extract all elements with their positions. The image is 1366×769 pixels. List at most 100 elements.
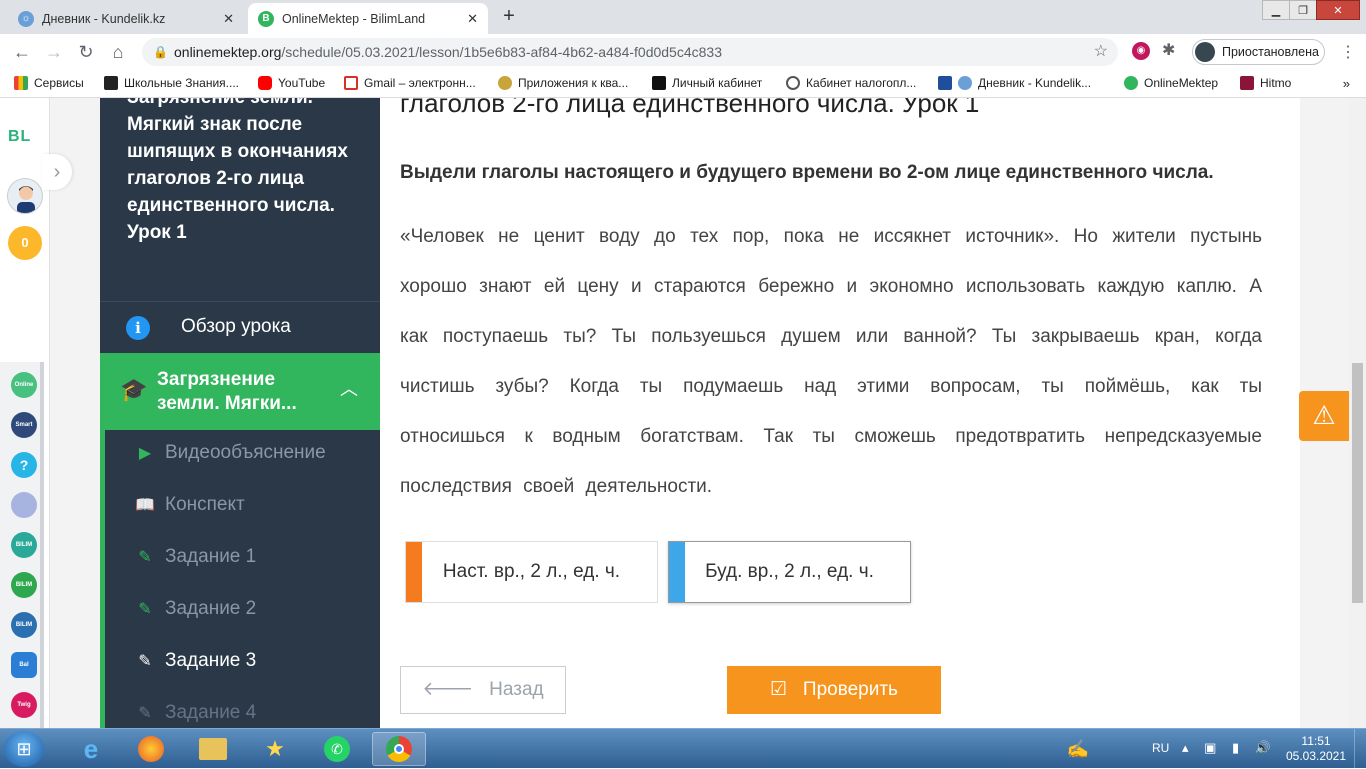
bookmark-kvartira[interactable]: Приложения к ква... <box>498 76 628 90</box>
firefox-icon[interactable] <box>124 732 178 766</box>
bookmark-lk[interactable]: Личный кабинет <box>652 76 762 90</box>
close-icon[interactable]: ✕ <box>467 11 478 27</box>
browser-tab-bar: ☼ Дневник - Kundelik.kz ✕ B OnlineMektep… <box>0 0 1366 34</box>
edit-icon: ✎ <box>138 705 152 722</box>
url-bar[interactable]: 🔒 onlinemektep.org/schedule/05.03.2021/l… <box>142 38 1118 66</box>
nav-item-konspekt[interactable]: 📖 Конспект <box>135 494 245 516</box>
maximize-button[interactable]: ❐ <box>1289 0 1317 20</box>
twig-app-icon[interactable]: Twig <box>11 692 37 718</box>
bilim-center-app-icon[interactable]: BILIM Center <box>11 532 37 558</box>
task-passage[interactable]: «Человек не ценит воду до тех пор, пока … <box>400 212 1262 512</box>
edit-icon: ✎ <box>138 549 152 566</box>
bookmark-star-icon[interactable]: ☆ <box>1094 38 1108 66</box>
window-close-button[interactable]: ✕ <box>1316 0 1360 20</box>
profile-label: Приостановлена <box>1222 45 1319 59</box>
home-icon[interactable]: ⌂ <box>106 40 130 64</box>
apps-panel: Online Mektep Smart Nation ? BILIM Cente… <box>0 362 44 728</box>
bookmark-label: Личный кабинет <box>672 76 763 90</box>
news-app-icon[interactable] <box>11 492 37 518</box>
minimize-button[interactable]: ▁ <box>1262 0 1290 20</box>
movie-maker-icon[interactable]: ★ <box>248 732 302 766</box>
check-button[interactable]: ☑ Проверить <box>727 666 941 714</box>
nav-item-task-2[interactable]: ✎ Задание 2 <box>135 598 256 620</box>
nalog-icon <box>786 76 800 90</box>
start-button[interactable]: ⊞ <box>4 731 44 767</box>
close-icon[interactable]: ✕ <box>223 11 234 27</box>
system-tray-icons[interactable]: ▴ ▣ ▮ 🔊 <box>1182 740 1277 756</box>
scrollbar-thumb[interactable] <box>1352 363 1363 603</box>
nav-item-task-3[interactable]: ✎ Задание 3 <box>135 650 256 672</box>
browser-menu-icon[interactable]: ⋮ <box>1340 42 1356 62</box>
more-bookmarks-icon[interactable]: » <box>1343 76 1350 91</box>
explorer-folder-icon[interactable] <box>186 732 240 766</box>
edit-icon: ✎ <box>138 601 152 618</box>
profile-button[interactable]: Приостановлена <box>1192 39 1325 65</box>
language-indicator[interactable]: RU <box>1152 741 1169 755</box>
bookmark-kundelik[interactable]: Дневник - Kundelik... <box>938 76 1091 90</box>
kundelik-favicon-icon: ☼ <box>18 10 34 27</box>
bookmark-nalog[interactable]: Кабинет налогопл... <box>786 76 916 90</box>
category-color-bar <box>669 542 685 602</box>
bookmark-label: Дневник - Kundelik... <box>978 76 1092 90</box>
help-app-icon[interactable]: ? <box>11 452 37 478</box>
pen-tablet-icon[interactable]: ✍ <box>1056 732 1100 766</box>
tab-title: Дневник - Kundelik.kz <box>42 11 166 26</box>
coins-badge[interactable]: 0 <box>8 226 42 260</box>
category-label: Буд. вр., 2 л., ед. ч. <box>705 561 874 582</box>
bal-app-icon[interactable]: Bal <box>11 652 37 678</box>
ie-icon[interactable]: e <box>64 732 118 766</box>
section-title: Загрязнение земли. Мягки... <box>157 369 297 414</box>
tab-kundelik[interactable]: ☼ Дневник - Kundelik.kz ✕ <box>8 3 244 34</box>
whatsapp-icon[interactable]: ✆ <box>310 732 364 766</box>
chevron-up-icon[interactable]: ︿ <box>340 375 358 401</box>
overview-label: Обзор урока <box>181 316 291 337</box>
bookmark-youtube[interactable]: YouTube <box>258 76 325 90</box>
forward-arrow-icon[interactable]: → <box>42 40 66 64</box>
extension-icon[interactable]: ◉ <box>1132 42 1150 60</box>
bookmark-services[interactable]: Сервисы <box>14 76 84 90</box>
task-instruction: Выдели глаголы настоящего и будущего вре… <box>400 162 1214 183</box>
windows-taskbar: ⊞ e ★ ✆ ✍ RU ▴ ▣ ▮ 🔊 11:51 05.03.2021 <box>0 728 1366 769</box>
back-arrow-icon[interactable]: ← <box>10 40 34 64</box>
nav-item-task-1[interactable]: ✎ Задание 1 <box>135 546 256 568</box>
bookmark-hitmo[interactable]: Hitmo <box>1240 76 1291 90</box>
tab-onlinemektep[interactable]: B OnlineMektep - BilimLand ✕ <box>248 3 488 34</box>
bilim-book-app-icon[interactable]: BILIM Book <box>11 612 37 638</box>
bookmark-gmail[interactable]: Gmail – электронн... <box>344 76 476 90</box>
bookmark-znaniya[interactable]: Школьные Знания.... <box>104 76 239 90</box>
bilimland-logo[interactable]: BL <box>8 128 31 146</box>
smart-nation-app-icon[interactable]: Smart Nation <box>11 412 37 438</box>
youtube-icon <box>258 76 272 90</box>
info-icon: i <box>126 316 150 340</box>
show-desktop-button[interactable] <box>1354 729 1366 769</box>
active-section[interactable]: 🎓 Загрязнение земли. Мягки... ︿ <box>100 353 380 430</box>
category-future-button[interactable]: Буд. вр., 2 л., ед. ч. <box>668 541 911 603</box>
onlinemektep-icon <box>1124 76 1138 90</box>
url-host: onlinemektep.org <box>174 44 282 60</box>
reload-icon[interactable]: ↻ <box>74 40 98 64</box>
clock[interactable]: 11:51 05.03.2021 <box>1282 734 1350 764</box>
lesson-overview-item[interactable]: i Обзор урока <box>100 301 380 353</box>
gmail-icon <box>344 76 358 90</box>
nav-item-label: Задание 4 <box>165 702 257 723</box>
graduation-cap-icon: 🎓 <box>120 377 148 402</box>
edit-icon: ✎ <box>138 653 152 670</box>
lock-icon: 🔒 <box>153 45 168 59</box>
page-scrollbar[interactable] <box>1349 98 1366 728</box>
new-tab-button[interactable]: + <box>496 6 522 28</box>
left-app-sidebar: BL 0 Online Mektep Smart Nation ? BILIM … <box>0 98 72 728</box>
category-present-button[interactable]: Наст. вр., 2 л., ед. ч. <box>405 541 658 603</box>
bookmark-label: Кабинет налогопл... <box>806 76 917 90</box>
nav-item-task-4[interactable]: ✎ Задание 4 <box>135 702 256 724</box>
avatar[interactable] <box>7 178 43 214</box>
back-button[interactable]: 🡐 Назад <box>400 666 566 714</box>
extensions-puzzle-icon[interactable]: ✱ <box>1162 40 1175 60</box>
chrome-icon[interactable] <box>372 732 426 766</box>
bookmark-onlinemektep[interactable]: OnlineMektep <box>1124 76 1218 90</box>
sidebar-toggle-chevron-icon[interactable]: › <box>42 154 72 190</box>
report-warning-icon[interactable]: ⚠ <box>1299 391 1349 441</box>
clock-date: 05.03.2021 <box>1285 749 1347 763</box>
online-mektep-app-icon[interactable]: Online Mektep <box>11 372 37 398</box>
nav-item-video[interactable]: ▶ Видеообъяснение <box>135 442 326 464</box>
bilim-land-app-icon[interactable]: BILIM Land <box>11 572 37 598</box>
